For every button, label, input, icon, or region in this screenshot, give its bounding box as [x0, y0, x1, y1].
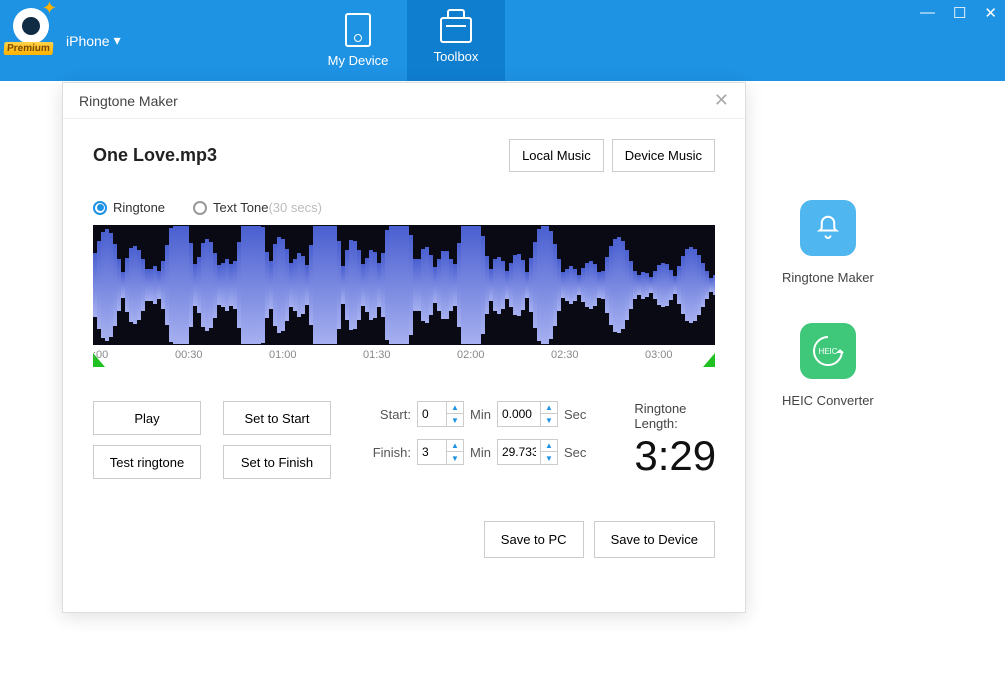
- start-label: Start:: [367, 407, 411, 422]
- ringtone-length: Ringtone Length: 3:29: [634, 401, 716, 479]
- time-tick: 02:30: [551, 349, 579, 361]
- min-label: Min: [470, 407, 491, 422]
- start-sec-input[interactable]: ▲▼: [497, 401, 558, 427]
- spin-up-icon[interactable]: ▲: [541, 402, 557, 414]
- save-to-pc-button[interactable]: Save to PC: [484, 521, 584, 558]
- device-icon: [345, 13, 371, 47]
- device-name: iPhone: [66, 33, 110, 49]
- sec-label: Sec: [564, 445, 586, 460]
- file-bar: One Love.mp3 Local Music Device Music: [63, 119, 745, 178]
- set-finish-button[interactable]: Set to Finish: [223, 445, 331, 479]
- tab-toolbox-label: Toolbox: [434, 49, 479, 64]
- logo-eye-icon: ✦: [13, 8, 49, 44]
- finish-min-input[interactable]: ▲▼: [417, 439, 464, 465]
- close-icon[interactable]: ✕: [714, 90, 729, 111]
- start-time-row: Start: ▲▼ Min ▲▼ Sec: [367, 401, 586, 427]
- waveform-timeline: :00 00:30 01:00 01:30 02:00 02:30 03:00: [93, 345, 715, 367]
- ringtone-maker-dialog: Ringtone Maker ✕ One Love.mp3 Local Musi…: [62, 82, 746, 613]
- finish-label: Finish:: [367, 445, 411, 460]
- tab-my-device[interactable]: My Device: [309, 0, 407, 81]
- nav-tabs: My Device Toolbox: [309, 0, 505, 81]
- waveform-canvas[interactable]: [93, 225, 715, 345]
- controls-row: Play Set to Start Test ringtone Set to F…: [63, 367, 745, 479]
- play-button[interactable]: Play: [93, 401, 201, 435]
- spin-down-icon[interactable]: ▼: [447, 414, 463, 426]
- tone-type-row: Ringtone Text Tone (30 secs): [63, 178, 745, 221]
- spin-up-icon[interactable]: ▲: [447, 402, 463, 414]
- device-picker[interactable]: iPhone ▾: [62, 0, 135, 81]
- dialog-title: Ringtone Maker: [79, 93, 178, 109]
- tab-toolbox[interactable]: Toolbox: [407, 0, 505, 81]
- text-tone-radio-label: Text Tone: [213, 200, 268, 215]
- dialog-header: Ringtone Maker ✕: [63, 83, 745, 119]
- text-tone-radio[interactable]: Text Tone (30 secs): [193, 200, 322, 215]
- length-label: Ringtone Length:: [634, 401, 716, 431]
- min-label: Min: [470, 445, 491, 460]
- premium-badge: Premium: [4, 42, 54, 55]
- chevron-down-icon: ▾: [114, 32, 121, 49]
- ringtone-radio-label: Ringtone: [113, 200, 165, 215]
- tab-my-device-label: My Device: [328, 53, 389, 68]
- time-tick: 01:30: [363, 349, 391, 361]
- maximize-button[interactable]: ☐: [953, 4, 966, 22]
- tile-ringtone-label: Ringtone Maker: [782, 270, 874, 285]
- time-tick: :00: [93, 349, 108, 361]
- trim-end-handle[interactable]: [703, 353, 715, 367]
- length-value: 3:29: [634, 433, 716, 479]
- topbar: ✦ Premium iPhone ▾ My Device Toolbox — ☐…: [0, 0, 1005, 81]
- radio-icon: [193, 201, 207, 215]
- toolbox-tiles: Ringtone Maker HEIC HEIC Converter: [782, 200, 874, 432]
- spin-up-icon[interactable]: ▲: [541, 440, 557, 452]
- spin-down-icon[interactable]: ▼: [541, 414, 557, 426]
- spin-down-icon[interactable]: ▼: [447, 452, 463, 464]
- minimize-button[interactable]: —: [920, 4, 935, 22]
- spin-up-icon[interactable]: ▲: [447, 440, 463, 452]
- sec-label: Sec: [564, 407, 586, 422]
- tile-heic-label: HEIC Converter: [782, 393, 874, 408]
- set-start-button[interactable]: Set to Start: [223, 401, 331, 435]
- heic-icon: HEIC: [808, 331, 848, 371]
- filename-label: One Love.mp3: [93, 145, 217, 166]
- time-tick: 03:00: [645, 349, 673, 361]
- tile-ringtone-maker[interactable]: [800, 200, 856, 256]
- save-row: Save to PC Save to Device: [63, 479, 745, 558]
- radio-icon: [93, 201, 107, 215]
- time-tick: 01:00: [269, 349, 297, 361]
- svg-text:HEIC: HEIC: [818, 347, 837, 356]
- app-logo: ✦ Premium: [0, 0, 62, 81]
- window-controls: — ☐ ✕: [920, 4, 997, 22]
- close-button[interactable]: ✕: [984, 4, 997, 22]
- start-min-input[interactable]: ▲▼: [417, 401, 464, 427]
- tile-heic-converter[interactable]: HEIC: [800, 323, 856, 379]
- bell-icon: [813, 213, 843, 243]
- device-music-button[interactable]: Device Music: [612, 139, 715, 172]
- finish-sec-input[interactable]: ▲▼: [497, 439, 558, 465]
- ringtone-radio[interactable]: Ringtone: [93, 200, 165, 215]
- time-tick: 02:00: [457, 349, 485, 361]
- waveform-area: :00 00:30 01:00 01:30 02:00 02:30 03:00: [93, 225, 715, 367]
- time-tick: 00:30: [175, 349, 203, 361]
- toolbox-icon: [440, 17, 472, 43]
- test-ringtone-button[interactable]: Test ringtone: [93, 445, 201, 479]
- spin-down-icon[interactable]: ▼: [541, 452, 557, 464]
- finish-time-row: Finish: ▲▼ Min ▲▼ Sec: [367, 439, 586, 465]
- text-tone-suffix: (30 secs): [268, 200, 321, 215]
- save-to-device-button[interactable]: Save to Device: [594, 521, 715, 558]
- local-music-button[interactable]: Local Music: [509, 139, 604, 172]
